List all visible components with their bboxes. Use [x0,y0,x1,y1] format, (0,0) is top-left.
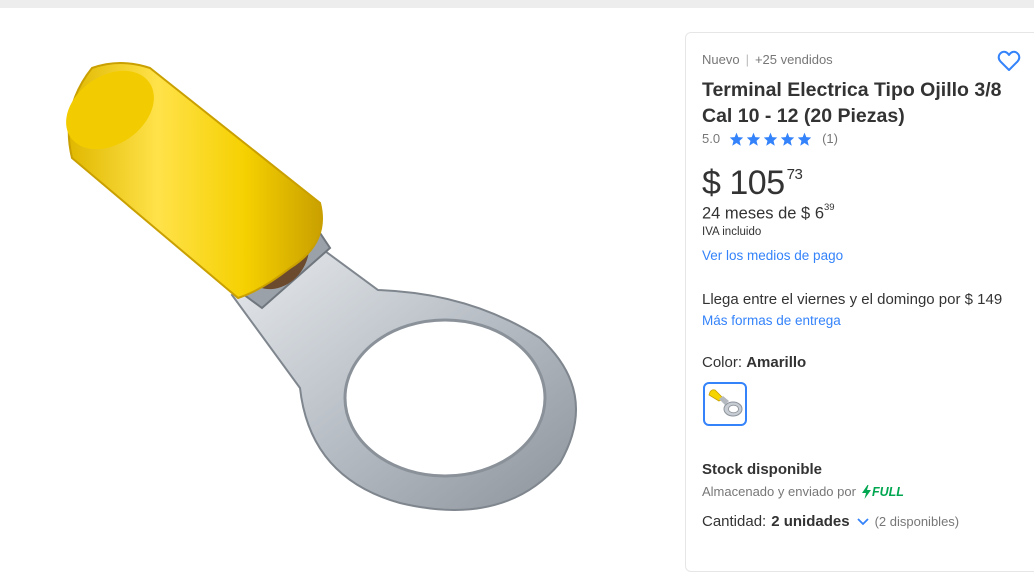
separator: | [745,52,749,67]
terminal-thumbnail-icon [708,389,743,417]
installments-text: 24 meses de $ 6 [702,204,824,223]
price-cents: 73 [786,166,803,183]
stock-status: Stock disponible [702,461,823,478]
star-icon [763,132,778,146]
installments: 24 meses de $ 639 [702,202,835,224]
lightning-bolt-icon [861,484,871,499]
full-label: FULL [871,484,904,499]
color-label-text: Color: [702,354,747,371]
full-badge: FULL [861,484,904,499]
quantity-value: 2 unidades [771,513,850,530]
product-rating[interactable]: 5.0 (1) [702,131,838,146]
product-price: $ 105 73 [702,164,803,203]
tax-note: IVA incluido [702,226,762,238]
sold-count: +25 vendidos [754,52,833,67]
product-info-panel: Nuevo | +25 vendidos Terminal Electrica Ti… [685,32,1034,572]
product-image-gallery[interactable] [0,8,684,553]
chevron-down-icon [856,517,869,525]
star-icon [780,132,795,146]
quantity-label: Cantidad: [702,513,767,530]
price-currency: $ [702,164,721,202]
top-bar [0,0,1034,8]
price-integer: 105 [729,164,785,202]
quantity-selector[interactable]: Cantidad: 2 unidades (2 disponibles) [702,513,959,530]
favorite-heart-icon[interactable] [997,50,1021,72]
delivery-options-link[interactable]: Más formas de entrega [702,313,841,328]
product-title: Terminal Electrica Tipo Ojillo 3/8 Cal 1… [702,79,1002,127]
color-label: Color: Amarillo [702,354,806,371]
condition-label: Nuevo [702,52,740,67]
color-value: Amarillo [746,354,807,371]
rating-value: 5.0 [702,131,721,146]
stored-text: Almacenado y enviado por [702,484,856,499]
payment-methods-link[interactable]: Ver los medios de pago [702,248,843,263]
fulfillment-info: Almacenado y enviado por FULL [702,484,904,499]
star-icon [746,132,761,146]
quantity-available: (2 disponibles) [874,514,960,529]
shipping-info: Llega entre el viernes y el domingo por … [702,291,1003,308]
product-subtitle: Nuevo | +25 vendidos [702,52,833,67]
color-swatch-amarillo[interactable] [703,382,747,426]
installments-cents: 39 [824,202,835,213]
star-icon [797,132,812,146]
star-icon [729,132,744,146]
rating-count: (1) [822,131,838,146]
product-image [66,62,577,511]
rating-stars [729,132,814,146]
